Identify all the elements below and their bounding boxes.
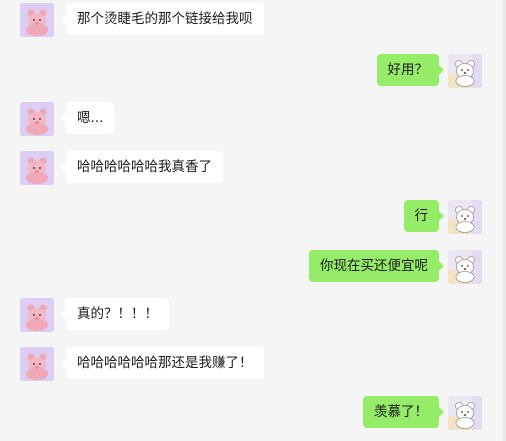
message-row-incoming: 那个烫睫毛的那个链接给我呗 <box>0 3 506 39</box>
pink-bear-avatar[interactable] <box>20 151 54 185</box>
pink-bear-avatar[interactable] <box>20 347 54 381</box>
message-bubble[interactable]: 好用？ <box>376 54 444 86</box>
message-row-incoming: 哈哈哈哈哈哈我真香了 <box>0 151 506 187</box>
white-bear-avatar[interactable] <box>448 54 482 88</box>
message-row-incoming: 真的？！！！ <box>0 298 506 334</box>
pink-bear-avatar[interactable] <box>20 102 54 136</box>
message-bubble[interactable]: 哈哈哈哈哈哈那还是我赚了！ <box>61 347 264 379</box>
message-row-outgoing: 好用？ <box>0 54 506 90</box>
message-bubble[interactable]: 你现在买还便宜呢 <box>309 250 444 282</box>
message-bubble[interactable]: 哈哈哈哈哈哈我真香了 <box>61 151 223 183</box>
message-row-incoming: 嗯... <box>0 102 506 138</box>
message-row-outgoing: 行 <box>0 200 506 236</box>
message-bubble[interactable]: 嗯... <box>60 102 115 134</box>
chat-message-list: 那个烫睫毛的那个链接给我呗 好用？ 嗯... 哈哈哈哈哈哈我真香了 行 你现在买… <box>0 0 506 441</box>
white-bear-avatar[interactable] <box>448 200 482 234</box>
message-bubble[interactable]: 真的？！！！ <box>61 298 169 330</box>
white-bear-avatar[interactable] <box>448 250 482 284</box>
message-bubble[interactable]: 行 <box>403 200 444 232</box>
message-row-incoming: 哈哈哈哈哈哈那还是我赚了！ <box>0 347 506 383</box>
pink-bear-avatar[interactable] <box>20 3 54 37</box>
message-row-outgoing: 你现在买还便宜呢 <box>0 250 506 286</box>
message-bubble[interactable]: 那个烫睫毛的那个链接给我呗 <box>61 3 264 35</box>
message-bubble[interactable]: 羡慕了！ <box>363 396 444 428</box>
message-row-outgoing: 羡慕了！ <box>0 396 506 432</box>
pink-bear-avatar[interactable] <box>20 298 54 332</box>
white-bear-avatar[interactable] <box>448 396 482 430</box>
